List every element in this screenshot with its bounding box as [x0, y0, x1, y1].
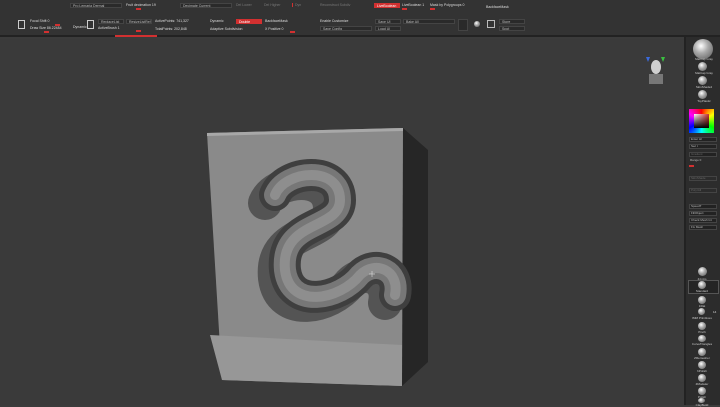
grid-icon[interactable]: [487, 20, 495, 28]
live-boolean-slider[interactable]: LiveBoolean 1: [402, 3, 424, 7]
brush-icon[interactable]: [698, 374, 706, 382]
brush-icon[interactable]: [698, 361, 706, 369]
spot-button[interactable]: Spot: [499, 26, 525, 31]
panel-button[interactable]: Fix Mesh: [689, 225, 717, 230]
pinch-slider[interactable]: X Positive 0: [265, 27, 283, 31]
create-list-button[interactable]: ResizeListRef: [126, 19, 152, 24]
brush-label[interactable]: ZRemesher: [687, 356, 717, 360]
focal-shift-slider[interactable]: Focal Shift 0: [30, 19, 49, 23]
brush-label[interactable]: hPolish: [687, 369, 717, 373]
material-label: MatCap Gray: [695, 71, 713, 75]
viewport-canvas[interactable]: [0, 39, 684, 405]
material-label: SkinShade4: [695, 85, 713, 89]
backface-mask-button[interactable]: BackfaceMask: [486, 5, 509, 9]
backface-button[interactable]: BackfaceMask: [265, 19, 288, 23]
top-toolbar: Pro Lemaria Dermal Fruit decimation 19 D…: [0, 0, 720, 37]
persp-button[interactable]: Pro Lemaria Dermal: [70, 3, 122, 8]
store-button[interactable]: Store: [499, 19, 525, 24]
material-sphere-icon[interactable]: [693, 39, 713, 59]
brush-icon-2[interactable]: [87, 20, 94, 29]
brush-icon[interactable]: [698, 308, 705, 315]
material-sphere-icon[interactable]: [698, 76, 707, 85]
draw-size-slider[interactable]: Draw Size 86.22484: [30, 26, 62, 30]
load-ui-button[interactable]: Load UI: [375, 26, 401, 31]
brush-icon[interactable]: [698, 281, 706, 289]
active-indicator: [115, 35, 157, 37]
material-sphere-icon[interactable]: [698, 90, 707, 99]
brush-icon[interactable]: [698, 296, 706, 304]
panel-button[interactable]: Enter HI: [689, 137, 717, 142]
brush-label[interactable]: CurveTriangles: [687, 342, 717, 346]
dynamic-toggle[interactable]: Dynamic: [73, 25, 87, 29]
brush-icon[interactable]: [698, 348, 706, 356]
live-boolean-button[interactable]: LiveBoolean: [374, 3, 400, 8]
head-navigation-icon[interactable]: [646, 57, 665, 84]
material-icon[interactable]: [474, 21, 480, 27]
save-config-button[interactable]: Save Config: [320, 26, 372, 31]
save-ui-button[interactable]: Save UI: [375, 19, 401, 24]
active-points: ActivePoints: 741,327: [155, 19, 189, 23]
enable-customize-button[interactable]: Enable Customize: [320, 19, 348, 23]
double-button[interactable]: Double: [236, 19, 262, 24]
brush-icon[interactable]: [698, 322, 706, 330]
decimate-button[interactable]: Decimate Current: [180, 3, 232, 8]
panel-button[interactable]: FillObject: [689, 211, 717, 216]
dynamic-label: Dynamic: [210, 19, 224, 23]
small-icon-button[interactable]: [458, 19, 468, 31]
fp-slider[interactable]: Fruit decimation 19: [126, 3, 156, 7]
panel-button[interactable]: SkinShade: [689, 176, 717, 181]
adaptive-button[interactable]: Adaptive Subdivision: [210, 27, 243, 31]
panel-button[interactable]: SpeedT: [689, 204, 717, 209]
bake-all-button[interactable]: Bake All: [403, 19, 455, 24]
material-sphere-icon[interactable]: [698, 62, 707, 71]
dyn-button[interactable]: Dyn: [292, 3, 301, 7]
brush-label[interactable]: ClayBuild: [687, 403, 717, 407]
range-slider[interactable]: Range 0: [689, 159, 717, 164]
brush-icon[interactable]: [698, 335, 706, 342]
brush-label[interactable]: IMM Primitives: [687, 316, 717, 320]
panel-button[interactable]: PolyrAll: [689, 188, 717, 193]
panel-button[interactable]: Sec t: [689, 144, 717, 149]
brush-icon[interactable]: [698, 387, 706, 395]
panel-button[interactable]: Check Mesh Int: [689, 218, 717, 223]
brush-label[interactable]: Standard: [687, 289, 717, 293]
material-label: ToyPlastic: [697, 99, 711, 103]
brush-icon[interactable]: [18, 20, 25, 29]
panel-button[interactable]: Gradient: [689, 152, 717, 157]
del-lower-button[interactable]: Del Lower: [236, 3, 252, 7]
del-higher-button[interactable]: Del Higher: [264, 3, 281, 7]
total-points: TotalPoints: 202,848: [155, 27, 187, 31]
brush-label[interactable]: ZModeler: [687, 382, 717, 386]
reconstruct-button[interactable]: Reconstruct Subdiv: [320, 3, 350, 7]
replace-list-button[interactable]: ReplaceList: [98, 19, 124, 24]
material-label: MatCap Gray: [695, 57, 713, 61]
brush-count: 14: [713, 310, 717, 314]
active-brush-slider[interactable]: ActiveBrush 1: [98, 26, 120, 30]
color-picker[interactable]: [689, 109, 714, 133]
mask-polygroups-slider[interactable]: Mask by Polygroups 0: [430, 3, 464, 7]
right-shelf: MatCap Gray MatCap Gray SkinShade4 ToyPl…: [684, 37, 720, 407]
brush-label[interactable]: Pinch: [687, 330, 717, 334]
brush-icon[interactable]: [698, 267, 707, 276]
